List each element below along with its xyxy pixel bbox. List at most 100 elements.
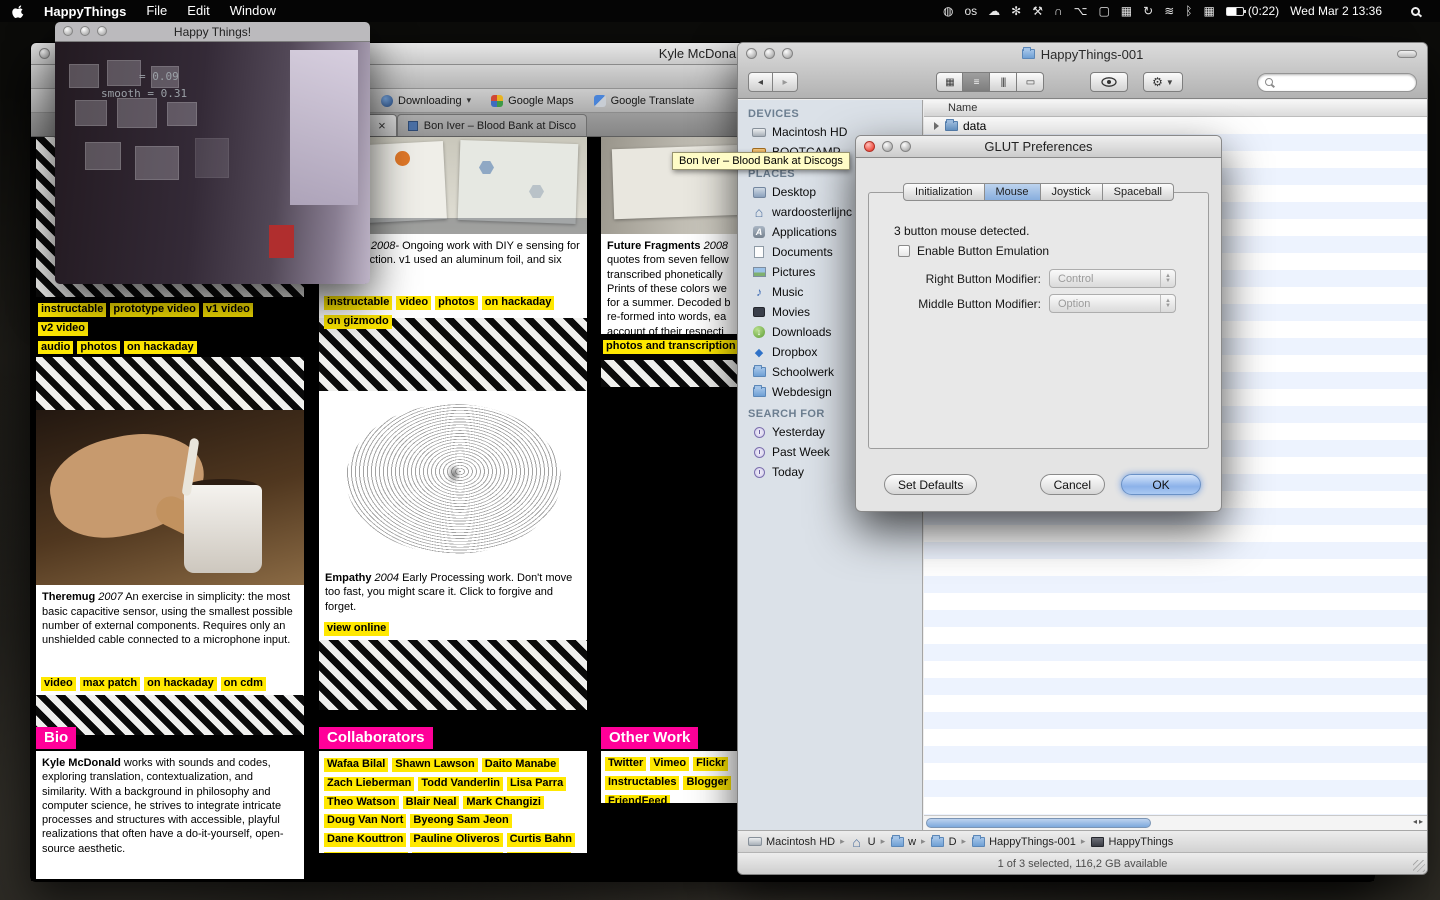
menu-file[interactable]: File bbox=[136, 0, 177, 22]
scrollbar-arrows[interactable]: ◂▸ bbox=[1413, 817, 1425, 826]
tag-link[interactable]: on hackaday bbox=[144, 677, 217, 691]
glut-tab-initialization[interactable]: Initialization bbox=[903, 183, 985, 201]
right-modifier-select[interactable]: Control ▲ ▼ bbox=[1049, 269, 1176, 288]
external-link[interactable]: Flickr bbox=[693, 757, 729, 771]
bluetooth-icon[interactable]: ᛒ bbox=[1185, 0, 1192, 22]
collaborator-link[interactable]: Wafaa Bilal bbox=[324, 758, 389, 772]
browser-tab-1[interactable]: Bon Iver – Blood Bank at Disco bbox=[396, 114, 587, 136]
collaborator-link[interactable]: Shawn Lawson bbox=[392, 758, 478, 772]
file-row-data[interactable]: data bbox=[924, 117, 1427, 134]
external-link[interactable]: Twitter bbox=[605, 757, 647, 771]
back-button[interactable]: ◂ bbox=[748, 72, 773, 92]
resize-grip[interactable] bbox=[1413, 860, 1425, 872]
os-icon[interactable]: os bbox=[964, 0, 977, 22]
collaborator-link[interactable]: Pauline Oliveros bbox=[410, 833, 503, 847]
tools-icon[interactable]: ⚒ bbox=[1032, 0, 1043, 22]
icon-view-icon[interactable]: ▦ bbox=[936, 72, 963, 92]
spotlight-icon[interactable] bbox=[1411, 6, 1420, 16]
zoom-button[interactable] bbox=[782, 48, 793, 59]
path-segment-happythings[interactable]: HappyThings bbox=[1090, 836, 1173, 848]
menu-edit[interactable]: Edit bbox=[177, 0, 219, 22]
tag-link[interactable]: v1 video bbox=[202, 303, 253, 317]
collaborator-link[interactable]: Byeong Sam Jeon bbox=[410, 814, 512, 828]
sync-icon[interactable]: ↻ bbox=[1143, 0, 1153, 22]
close-button[interactable] bbox=[63, 26, 73, 36]
collaborator-link[interactable]: Zach Lieberman bbox=[324, 776, 415, 791]
list-view-icon[interactable]: ≡ bbox=[963, 72, 990, 92]
scrollbar-thumb[interactable] bbox=[926, 818, 1151, 828]
path-segment-u[interactable]: U bbox=[850, 836, 876, 848]
tag-link[interactable]: photos and transcription bbox=[603, 340, 739, 354]
display-icon[interactable]: ▢ bbox=[1098, 0, 1109, 22]
video-titlebar[interactable]: Happy Things! bbox=[55, 22, 370, 42]
search-input[interactable] bbox=[1257, 72, 1417, 92]
cloud-icon[interactable]: ☁ bbox=[988, 0, 1000, 22]
tag-link[interactable]: max patch bbox=[79, 677, 141, 691]
tag-link[interactable]: instructable bbox=[324, 296, 393, 310]
collaborator-link[interactable]: Mark Changizi bbox=[463, 795, 544, 810]
disclosure-triangle-icon[interactable] bbox=[934, 121, 939, 130]
external-link[interactable]: Instructables bbox=[605, 775, 680, 790]
collaborator-link[interactable]: Lisa Parra bbox=[507, 776, 567, 791]
app-menu[interactable]: HappyThings bbox=[34, 4, 136, 19]
theremug-image[interactable] bbox=[36, 410, 304, 586]
modifier-icon[interactable]: ⌥ bbox=[1074, 0, 1088, 22]
column-header[interactable]: Name bbox=[924, 100, 1427, 117]
tag-link[interactable]: view online bbox=[324, 622, 390, 636]
close-button[interactable] bbox=[39, 48, 50, 59]
middle-modifier-select[interactable]: Option ▲ ▼ bbox=[1049, 294, 1176, 313]
tag-link[interactable]: on hackaday bbox=[124, 340, 197, 355]
bookmark-google-translate[interactable]: Google Translate bbox=[593, 94, 694, 107]
grid-icon[interactable]: ▦ bbox=[1121, 0, 1132, 22]
apple-menu[interactable] bbox=[0, 4, 34, 19]
external-link[interactable]: FriendFeed bbox=[605, 794, 671, 803]
toolbar-toggle-button[interactable] bbox=[1397, 50, 1417, 58]
collaborator-link[interactable]: Curtis Bahn bbox=[506, 833, 575, 847]
bookmark-google-maps[interactable]: Google Maps bbox=[491, 94, 574, 107]
set-defaults-button[interactable]: Set Defaults bbox=[884, 474, 978, 495]
tag-link[interactable]: video bbox=[396, 296, 432, 310]
tag-link[interactable]: v2 video bbox=[38, 321, 89, 336]
tag-link[interactable]: prototype video bbox=[110, 303, 199, 317]
enable-emulation-checkbox[interactable] bbox=[898, 245, 910, 257]
glut-tab-joystick[interactable]: Joystick bbox=[1040, 183, 1103, 201]
tag-link[interactable]: photos bbox=[77, 340, 121, 355]
bookmark-downloading[interactable]: Downloading ▾ bbox=[381, 94, 471, 107]
collaborator-link[interactable]: Daito Manabe bbox=[481, 758, 560, 772]
minimize-button[interactable] bbox=[882, 141, 893, 152]
collaborator-link[interactable]: Jeff Feddersen bbox=[324, 851, 409, 853]
minimize-button[interactable] bbox=[764, 48, 775, 59]
close-button[interactable] bbox=[864, 141, 875, 152]
calendar-icon[interactable]: ▦ bbox=[1203, 0, 1214, 22]
path-segment-happythings-001[interactable]: HappyThings-001 bbox=[971, 834, 1076, 848]
finder-header[interactable]: HappyThings-001 ◂ ▸ ▦ ≡ ||| ▭ ⚙ ▼ bbox=[738, 43, 1427, 99]
action-menu-button[interactable]: ⚙ ▼ bbox=[1143, 72, 1183, 92]
clock-menu[interactable]: Wed Mar 2 13:36 bbox=[1290, 4, 1382, 18]
quick-look-button[interactable] bbox=[1090, 72, 1128, 92]
close-button[interactable] bbox=[746, 48, 757, 59]
tag-link[interactable]: on cdm bbox=[220, 677, 266, 691]
glut-titlebar[interactable]: GLUT Preferences bbox=[856, 136, 1221, 158]
glut-tab-spaceball[interactable]: Spaceball bbox=[1102, 183, 1174, 201]
path-segment-macintosh-hd[interactable]: Macintosh HD bbox=[748, 836, 835, 848]
horizontal-scrollbar[interactable]: ◂▸ bbox=[924, 815, 1427, 830]
collaborator-link[interactable]: Doug Van Nort bbox=[324, 814, 407, 828]
tag-link[interactable]: video bbox=[41, 677, 76, 691]
speech-icon[interactable]: ◍ bbox=[943, 0, 953, 22]
coverflow-view-icon[interactable]: ▭ bbox=[1017, 72, 1044, 92]
tag-link[interactable]: instructable bbox=[38, 303, 107, 317]
external-link[interactable]: Blogger bbox=[683, 775, 732, 790]
collaborator-link[interactable]: Thomas Yu bbox=[506, 851, 572, 853]
zoom-button[interactable] bbox=[900, 141, 911, 152]
collaborator-link[interactable]: Dane Kouttron bbox=[324, 833, 407, 847]
tag-link[interactable]: on hackaday bbox=[481, 296, 555, 310]
collaborator-link[interactable]: Todd Vanderlin bbox=[418, 776, 503, 791]
tag-link[interactable]: audio bbox=[38, 340, 74, 355]
collaborator-link[interactable]: Theo Watson bbox=[324, 795, 399, 810]
zoom-button[interactable] bbox=[97, 26, 107, 36]
collaborator-link[interactable]: Nick Cassimatis bbox=[412, 851, 503, 853]
spaces-icon[interactable]: ✻ bbox=[1011, 0, 1021, 22]
tag-link[interactable]: photos bbox=[435, 296, 478, 310]
empathy-image[interactable] bbox=[319, 391, 587, 566]
headphones-icon[interactable]: ∩ bbox=[1054, 0, 1063, 22]
